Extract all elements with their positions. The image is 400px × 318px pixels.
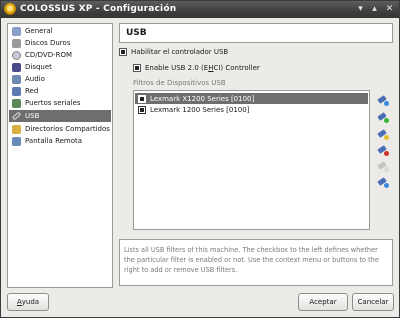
add-from-device-button[interactable]	[377, 112, 389, 123]
sidebar-item-label: Audio	[25, 75, 45, 83]
help-description-text: Lists all USB filters of this machine. T…	[124, 246, 379, 274]
usb-filter-row[interactable]: Lexmark 1200 Series [0100]	[135, 104, 368, 115]
usb-filter-list[interactable]: Lexmark X1200 Series [0100] Lexmark 1200…	[133, 90, 370, 230]
sidebar-item-usb[interactable]: USB	[9, 110, 111, 122]
sidebar-item-floppy[interactable]: Disquet	[9, 61, 111, 73]
edit-filter-button[interactable]	[377, 129, 389, 140]
enable-usb-controller-label: Habilitar el controlador USB	[131, 48, 229, 56]
checkbox-checked-icon	[119, 48, 127, 56]
page-title: USB	[126, 28, 147, 38]
sidebar-item-label: CD/DVD-ROM	[25, 51, 73, 59]
app-logo-icon	[4, 3, 16, 15]
settings-sidebar: General Discos Duros CD/DVD-ROM Disquet …	[7, 23, 113, 288]
enable-usb-controller-checkbox[interactable]: Habilitar el controlador USB	[119, 48, 228, 56]
general-icon	[12, 26, 21, 36]
sidebar-item-label: USB	[25, 112, 40, 120]
usb-filter-name: Lexmark 1200 Series [0100]	[150, 105, 250, 114]
hard-disk-icon	[12, 38, 21, 48]
title-bar[interactable]: COLOSSUS XP - Configuración ▾ ▴ ✕	[1, 1, 399, 18]
sidebar-item-label: Red	[25, 87, 39, 95]
page-header: USB	[119, 23, 393, 43]
window-title: COLOSSUS XP - Configuración	[20, 4, 177, 14]
sidebar-item-label: General	[25, 27, 53, 35]
enable-ehci-label: Enable USB 2.0 (EHCI) Controller	[145, 64, 260, 72]
move-filter-down-button[interactable]	[377, 177, 389, 188]
audio-icon	[12, 74, 21, 84]
usb-filters-label: Filtros de Dispositivos USB	[133, 79, 226, 87]
sidebar-item-cd-dvd[interactable]: CD/DVD-ROM	[9, 49, 111, 61]
new-filter-button[interactable]	[377, 95, 389, 106]
sidebar-item-label: Directorios Compartidos	[25, 125, 110, 133]
remote-display-icon	[12, 136, 21, 146]
settings-window: COLOSSUS XP - Configuración ▾ ▴ ✕ Genera…	[0, 0, 400, 318]
usb-filter-name: Lexmark X1200 Series [0100]	[150, 94, 255, 103]
maximize-icon[interactable]: ▴	[369, 4, 380, 15]
network-icon	[12, 86, 21, 96]
enable-ehci-checkbox[interactable]: Enable USB 2.0 (EHCI) Controller	[133, 64, 260, 72]
move-filter-up-button[interactable]	[377, 161, 389, 172]
sidebar-item-audio[interactable]: Audio	[9, 73, 111, 85]
usb-icon	[11, 111, 22, 121]
cancel-button[interactable]: Cancelar	[352, 293, 394, 311]
sidebar-item-network[interactable]: Red	[9, 85, 111, 97]
sidebar-item-remote-display[interactable]: Pantalla Remota	[9, 135, 111, 147]
sidebar-item-shared-folders[interactable]: Directorios Compartidos	[9, 123, 111, 135]
sidebar-item-serial-ports[interactable]: Puertos seriales	[9, 97, 111, 109]
remove-filter-button[interactable]	[377, 145, 389, 156]
sidebar-item-label: Pantalla Remota	[25, 137, 83, 145]
accept-button[interactable]: Aceptar	[298, 293, 348, 311]
shared-folder-icon	[12, 124, 21, 134]
filter-checkbox[interactable]	[138, 105, 146, 114]
sidebar-item-general[interactable]: General	[9, 25, 111, 37]
close-icon[interactable]: ✕	[384, 4, 395, 15]
help-description-box: Lists all USB filters of this machine. T…	[119, 239, 393, 286]
sidebar-item-label: Discos Duros	[25, 39, 71, 47]
cd-dvd-icon	[12, 50, 21, 60]
filter-checkbox[interactable]	[138, 94, 146, 103]
sidebar-item-label: Puertos seriales	[25, 99, 81, 107]
usb-filter-row[interactable]: Lexmark X1200 Series [0100]	[135, 93, 368, 104]
minimize-icon[interactable]: ▾	[355, 4, 366, 15]
sidebar-item-label: Disquet	[25, 63, 52, 71]
serial-port-icon	[12, 98, 21, 108]
floppy-icon	[12, 62, 21, 72]
checkbox-checked-icon	[133, 64, 141, 72]
help-button[interactable]: Ayuda	[7, 293, 49, 311]
sidebar-item-hard-disks[interactable]: Discos Duros	[9, 37, 111, 49]
